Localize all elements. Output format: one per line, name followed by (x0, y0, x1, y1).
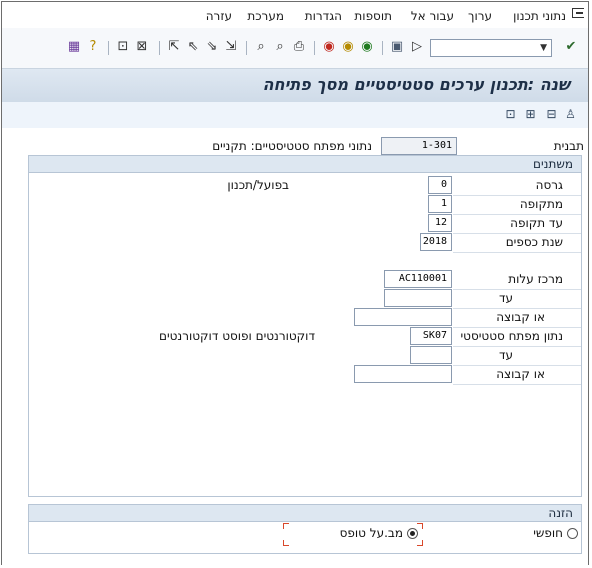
system-toolbar: ✔ ▼ ▷ ▣ ◉ ◉ ◉ ⎙ ⌕ ⌕ ⇲ ⇘ ⇖ ⇱ ⊠ ⊡ ? ▦ (2, 28, 588, 69)
fiscal-year-field[interactable]: 2018 (420, 233, 452, 251)
play-icon[interactable]: ▷ (410, 40, 424, 54)
last-page-icon[interactable]: ⇲ (224, 40, 238, 54)
row-divider (453, 327, 581, 328)
command-field[interactable]: ▼ (430, 39, 552, 57)
cost-center-to-label: עד (498, 291, 513, 305)
focus-corner (283, 523, 289, 529)
find-icon[interactable]: ⌕ (254, 40, 268, 54)
toolbar-separator (382, 41, 383, 55)
title-bar: שנה :תכנון ערכים סטטיסטיים מסך פתיחה (2, 69, 588, 103)
cost-center-label: מרכז עלות (508, 272, 563, 286)
next-page-icon[interactable]: ⇘ (205, 40, 219, 54)
template-label: תבנית (553, 139, 584, 153)
from-period-label: מתקופה (519, 197, 563, 211)
find-next-icon[interactable]: ⌕ (273, 40, 287, 54)
overview-icon[interactable]: ⊟ (545, 108, 558, 121)
cost-center-field[interactable]: AC110001 (384, 270, 452, 288)
row-divider (453, 346, 581, 347)
row-divider (453, 195, 581, 196)
first-page-icon[interactable]: ⇱ (167, 40, 181, 54)
cost-center-group-label: או קבוצה (496, 310, 545, 324)
exit-icon[interactable]: ◉ (341, 40, 355, 54)
form-entry-label: מב.על טופס (339, 526, 403, 540)
cancel-icon[interactable]: ◉ (322, 40, 336, 54)
toolbar-separator (108, 41, 109, 55)
variables-group-header: משתנים (29, 156, 581, 173)
free-entry-label: חופשי (533, 526, 563, 540)
main-content: תבנית 1-301 נתוני מפתח סטטיסטיים: תקניים… (2, 128, 588, 566)
row-divider (453, 365, 581, 366)
stat-key-to-field[interactable] (410, 346, 452, 364)
fiscal-year-label: שנת כספים (505, 235, 563, 249)
template-field[interactable]: 1-301 (381, 137, 457, 155)
documents-icon[interactable]: ⊡ (504, 108, 517, 121)
person-icon[interactable]: ♙ (564, 108, 577, 121)
application-toolbar: ♙ ⊟ ⊞ ⊡ (2, 102, 588, 128)
variables-group: משתנים גרסה 0 בפועל/תכנון מתקופה 1 עד תק… (28, 155, 582, 497)
shortcut-icon[interactable]: ⊠ (135, 40, 149, 54)
menu-goto[interactable]: עבור אל (411, 9, 454, 23)
entry-group-header: הזנה (29, 505, 581, 522)
version-field[interactable]: 0 (428, 176, 452, 194)
exit-menu-icon[interactable] (572, 8, 584, 18)
row-divider (453, 308, 581, 309)
focus-corner (283, 540, 289, 546)
menu-bar: נתוני תכנון ערוך עבור אל תוספות הגדרות מ… (2, 2, 588, 28)
toolbar-separator (159, 41, 160, 55)
free-entry-radio[interactable] (567, 528, 578, 539)
prev-page-icon[interactable]: ⇖ (186, 40, 200, 54)
menu-settings[interactable]: הגדרות (305, 9, 342, 23)
menu-extras[interactable]: תוספות (354, 9, 392, 23)
to-period-label: עד תקופה (510, 216, 563, 230)
menu-planning-data[interactable]: נתוני תכנון (513, 9, 566, 23)
menu-help[interactable]: עזרה (206, 9, 232, 23)
save-icon[interactable]: ▣ (390, 40, 404, 54)
stat-key-to-label: עד (498, 348, 513, 362)
stat-key-group-field[interactable] (354, 365, 452, 383)
entry-group-title: הזנה (548, 506, 573, 520)
row-divider (453, 252, 581, 253)
cost-center-group-field[interactable] (354, 308, 452, 326)
version-description: בפועל/תכנון (227, 178, 289, 192)
layout-icon[interactable]: ▦ (67, 40, 81, 54)
window: נתוני תכנון ערוך עבור אל תוספות הגדרות מ… (1, 1, 589, 566)
menu-system[interactable]: מערכת (247, 9, 284, 23)
page-title: שנה :תכנון ערכים סטטיסטיים מסך פתיחה (262, 75, 570, 94)
stat-key-label: נתון מפתח סטטיסטי (460, 329, 563, 343)
to-period-field[interactable]: 12 (428, 214, 452, 232)
back-icon[interactable]: ◉ (360, 40, 374, 54)
row-divider (453, 289, 581, 290)
cost-center-to-field[interactable] (384, 289, 452, 307)
print-icon[interactable]: ⎙ (292, 40, 306, 54)
help-icon[interactable]: ? (86, 40, 100, 54)
focus-corner (417, 540, 423, 546)
toolbar-separator (246, 41, 247, 55)
entry-group: הזנה חופשי מב.על טופס (28, 504, 582, 554)
new-session-icon[interactable]: ⊡ (116, 40, 130, 54)
stat-key-group-label: או קבוצה (496, 367, 545, 381)
focus-corner (417, 523, 423, 529)
enter-check-icon[interactable]: ✔ (564, 40, 578, 54)
row-divider (453, 384, 581, 385)
toolbar-separator (314, 41, 315, 55)
stat-key-field[interactable]: SK07 (410, 327, 452, 345)
stat-key-description: דוקטורנטים ופוסט דוקטורנטים (158, 329, 315, 343)
form-entry-radio[interactable] (407, 528, 418, 539)
copy-icon[interactable]: ⊞ (524, 108, 537, 121)
chevron-down-icon[interactable]: ▼ (540, 43, 547, 53)
menu-edit[interactable]: ערוך (468, 9, 492, 23)
from-period-field[interactable]: 1 (428, 195, 452, 213)
variables-group-title: משתנים (533, 157, 573, 171)
row-divider (453, 233, 581, 234)
template-description: נתוני מפתח סטטיסטיים: תקניים (212, 139, 372, 153)
version-label: גרסה (535, 178, 563, 192)
row-divider (453, 214, 581, 215)
